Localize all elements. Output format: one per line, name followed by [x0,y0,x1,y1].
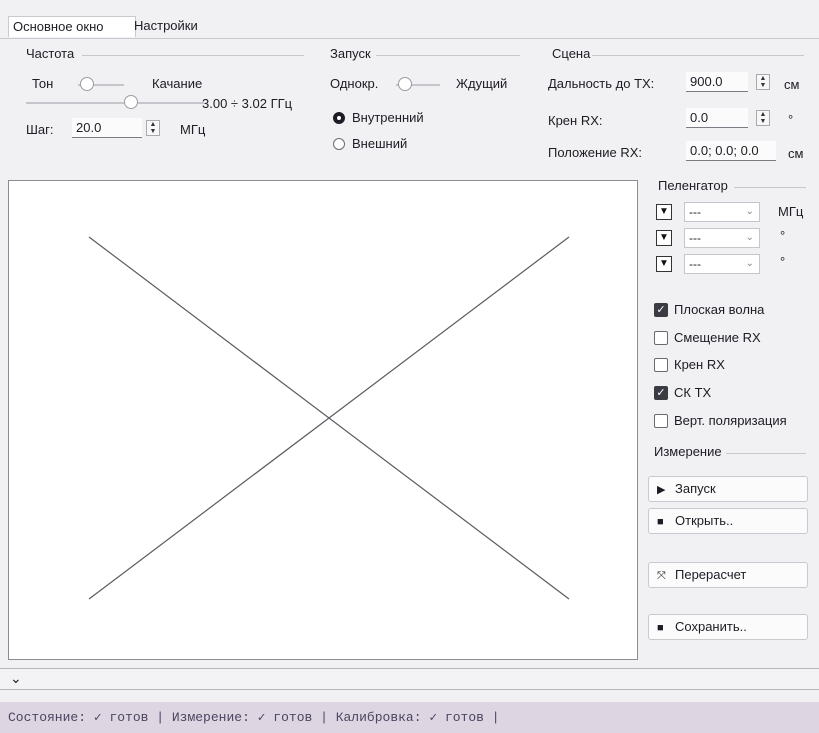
tab-main-window[interactable]: Основное окно [8,16,136,37]
df-unit-3: ° [780,254,786,269]
radio-internal-label: Внутренний [352,110,424,125]
open-button-label: Открыть.. [675,513,734,528]
tab-divider [0,38,819,39]
radio-external-label: Внешний [352,136,408,151]
roll-unit: ° [788,112,794,127]
launch-mode-single-label: Однокр. [330,76,379,91]
filter-icon[interactable]: ▼ [656,204,672,220]
launch-mode-wait-label: Ждущий [456,76,508,91]
filter-icon[interactable]: ▼ [656,256,672,272]
scene-group-rule [592,55,804,56]
roll-label: Крен RX: [548,113,603,128]
direction-finder-rule [734,187,806,188]
df-unit-2: ° [780,228,786,243]
tab-settings[interactable]: Настройки [130,16,216,36]
recalc-icon: ⤧ [657,570,666,582]
chevron-down-icon[interactable]: ⌄ [10,669,22,687]
chevron-down-icon: ⌄ [745,206,754,217]
chevron-down-icon: ⌄ [745,232,754,243]
recalc-button-label: Перерасчет [675,567,747,582]
start-button-label: Запуск [675,481,716,496]
save-file-icon: ■ [657,622,664,634]
radio-external[interactable] [333,138,345,150]
df-combo-1-value: --- [689,205,701,219]
roll-input[interactable]: 0.0 [686,108,748,128]
frequency-mode-tone-label: Тон [32,76,54,91]
roll-spinner[interactable]: ▲ ▼ [756,110,770,126]
distance-label: Дальность до TX: [548,76,655,91]
step-label: Шаг: [26,122,54,137]
measurement-rule [726,453,806,454]
play-icon: ▶ [657,484,666,496]
log-panel-bar[interactable]: ⌄ [0,668,819,690]
scene-group-title: Сцена [552,46,591,61]
df-combo-2[interactable]: --- ⌄ [684,228,760,248]
launch-group-rule [376,55,520,56]
df-combo-3-value: --- [689,257,701,271]
start-button[interactable]: ▶ Запуск [648,476,808,502]
direction-finder-title: Пеленгатор [658,178,728,193]
frequency-mode-slider-knob[interactable] [80,77,94,91]
distance-spinner[interactable]: ▲ ▼ [756,74,770,90]
step-input[interactable]: 20.0 [72,118,142,138]
checkbox-tx-cs[interactable]: ✓ [654,386,668,400]
position-input[interactable]: 0.0; 0.0; 0.0 [686,141,776,161]
checkbox-tx-cs-label: СК TX [674,385,712,400]
file-icon: ■ [657,516,664,528]
checkbox-vert-polarization-label: Верт. поляризация [674,413,787,428]
checkbox-vert-polarization[interactable] [654,414,668,428]
df-unit-1: МГц [778,204,804,219]
chevron-down-icon: ⌄ [745,258,754,269]
measurement-title: Измерение [654,444,722,459]
save-button[interactable]: ■ Сохранить.. [648,614,808,640]
distance-unit: см [784,77,800,92]
frequency-range-slider-knob[interactable] [124,95,138,109]
position-unit: см [788,146,804,161]
frequency-group-title: Частота [26,46,75,61]
frequency-range-text: 3.00 ÷ 3.02 ГГц [202,96,293,111]
df-combo-3[interactable]: --- ⌄ [684,254,760,274]
checkbox-rx-roll[interactable] [654,358,668,372]
plot-area [8,180,638,660]
frequency-group-rule [82,55,304,56]
checkbox-plane-wave[interactable]: ✓ [654,303,668,317]
plot-placeholder-cross [88,236,570,600]
checkbox-plane-wave-label: Плоская волна [674,302,765,317]
frequency-range-slider-track[interactable] [26,102,204,104]
checkbox-rx-offset-label: Смещение RX [674,330,761,345]
save-button-label: Сохранить.. [675,619,747,634]
position-label: Положение RX: [548,145,642,160]
checkbox-rx-offset[interactable] [654,331,668,345]
df-combo-1[interactable]: --- ⌄ [684,202,760,222]
distance-input[interactable]: 900.0 [686,72,748,92]
df-combo-2-value: --- [689,231,701,245]
frequency-mode-sweep-label: Качание [152,76,203,91]
filter-icon[interactable]: ▼ [656,230,672,246]
launch-group-title: Запуск [330,46,371,61]
launch-mode-slider-knob[interactable] [398,77,412,91]
open-button[interactable]: ■ Открыть.. [648,508,808,534]
recalc-button[interactable]: ⤧ Перерасчет [648,562,808,588]
step-unit: МГц [180,122,206,137]
checkbox-rx-roll-label: Крен RX [674,357,725,372]
radio-internal[interactable] [333,112,345,124]
step-spinner[interactable]: ▲ ▼ [146,120,160,136]
status-bar: Состояние: ✓ готов | Измерение: ✓ готов … [0,702,819,733]
